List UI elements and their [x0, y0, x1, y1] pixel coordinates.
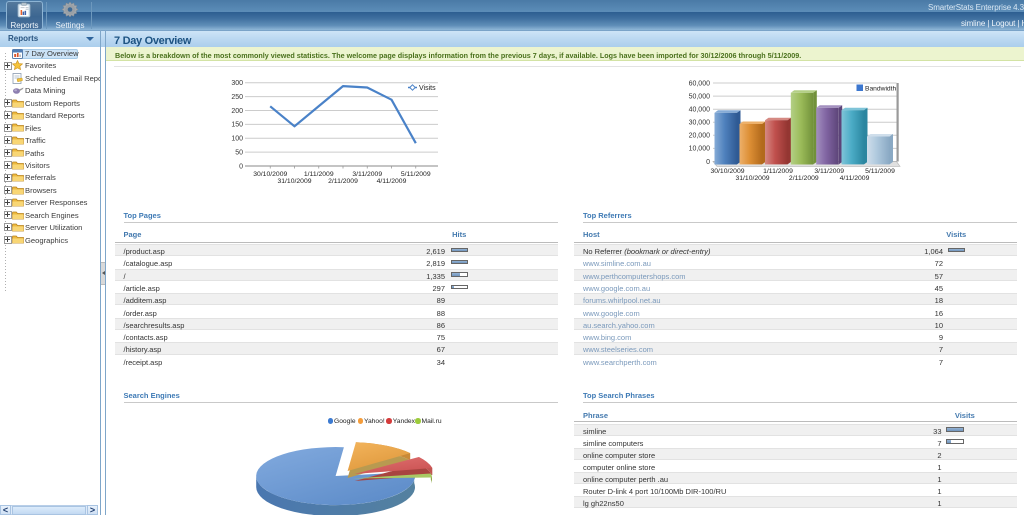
svg-text:0: 0	[239, 163, 243, 170]
svg-text:50: 50	[235, 149, 243, 156]
svg-text:Bandwidth: Bandwidth	[865, 85, 897, 92]
svg-text:3/11/2009: 3/11/2009	[814, 168, 844, 175]
svg-text:31/10/2009: 31/10/2009	[735, 175, 769, 182]
svg-text:5/11/2009: 5/11/2009	[401, 171, 431, 178]
svg-text:50,000: 50,000	[689, 93, 711, 100]
svg-text:100: 100	[231, 136, 243, 143]
svg-text:5/11/2009: 5/11/2009	[865, 168, 895, 175]
svg-text:30/10/2009: 30/10/2009	[253, 171, 287, 178]
svg-text:Visits: Visits	[419, 85, 436, 92]
svg-text:200: 200	[231, 108, 243, 115]
svg-text:1/11/2009: 1/11/2009	[763, 168, 793, 175]
svg-text:4/11/2009: 4/11/2009	[377, 178, 407, 185]
svg-text:3/11/2009: 3/11/2009	[352, 171, 382, 178]
svg-text:150: 150	[231, 122, 243, 129]
svg-text:10,000: 10,000	[689, 146, 711, 153]
svg-text:60,000: 60,000	[689, 80, 711, 87]
svg-text:0: 0	[706, 159, 710, 166]
svg-text:250: 250	[231, 94, 243, 101]
svg-text:20,000: 20,000	[689, 133, 711, 140]
svg-text:300: 300	[231, 80, 243, 87]
svg-text:2/11/2009: 2/11/2009	[789, 175, 819, 182]
svg-text:1/11/2009: 1/11/2009	[304, 171, 334, 178]
svg-text:31/10/2009: 31/10/2009	[277, 178, 311, 185]
svg-text:30,000: 30,000	[689, 120, 711, 127]
svg-text:4/11/2009: 4/11/2009	[840, 175, 870, 182]
svg-text:30/10/2009: 30/10/2009	[710, 168, 744, 175]
svg-text:2/11/2009: 2/11/2009	[328, 178, 358, 185]
svg-text:40,000: 40,000	[689, 107, 711, 114]
